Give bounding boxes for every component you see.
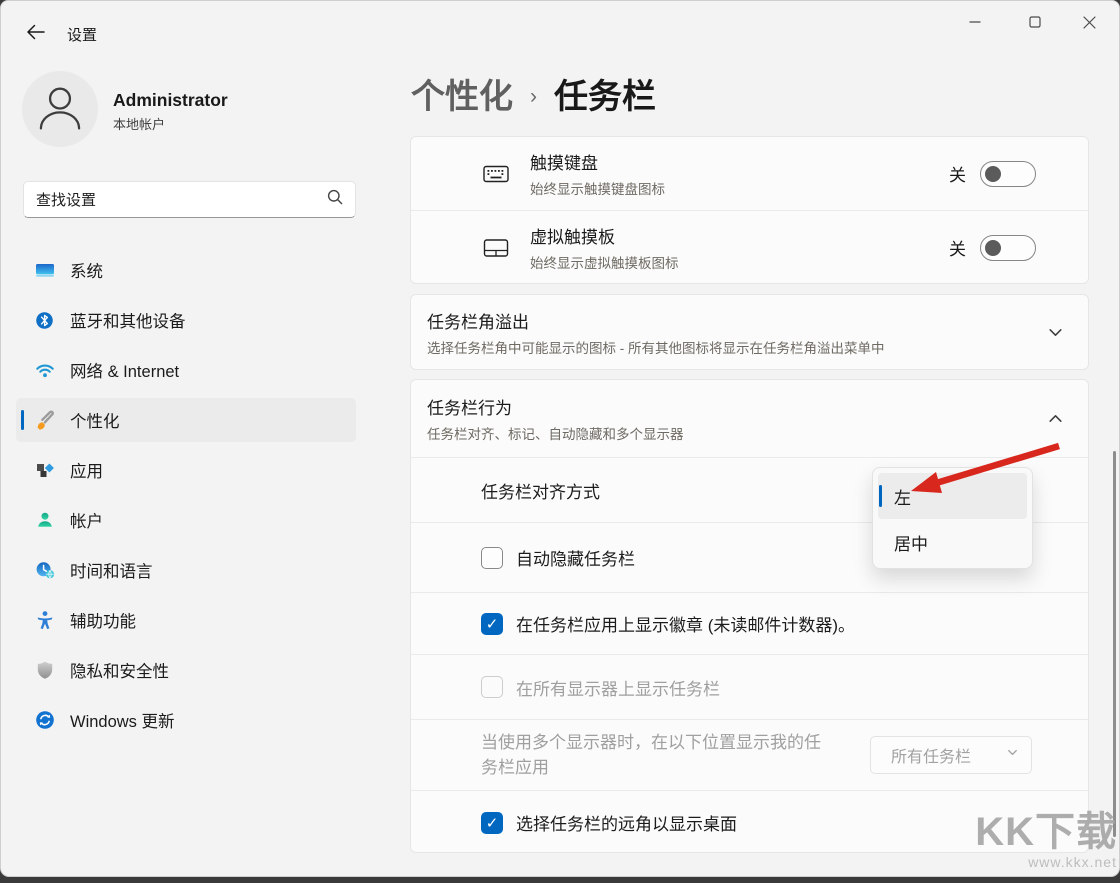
alignment-dropdown-flyout: 左 居中: [872, 467, 1033, 569]
breadcrumb-separator: ›: [530, 85, 537, 109]
virtual-touchpad-toggle-state: 关: [949, 235, 966, 260]
search-input[interactable]: 查找设置: [23, 181, 356, 218]
virtual-touchpad-row: 虚拟触摸板 始终显示虚拟触摸板图标 关: [411, 210, 1088, 284]
touch-keyboard-icon: [483, 164, 509, 184]
settings-window: 设置 Administrator 本地帐户 查找设置 系统 蓝牙和其他设备 网络…: [0, 0, 1120, 877]
multi-display-select-value: 所有任务栏: [891, 743, 1006, 767]
chevron-up-icon[interactable]: [1046, 410, 1064, 428]
time-language-icon: [34, 560, 55, 581]
apps-icon: [34, 460, 55, 481]
far-corner-checkbox[interactable]: [481, 812, 503, 834]
touch-keyboard-toggle-state: 关: [949, 161, 966, 186]
chevron-down-icon: [1006, 746, 1019, 764]
corner-overflow-title: 任务栏角溢出: [427, 308, 1046, 333]
virtual-touchpad-toggle[interactable]: [980, 235, 1036, 261]
maximize-button[interactable]: [1009, 4, 1061, 40]
all-displays-row: 在所有显示器上显示任务栏: [411, 654, 1088, 719]
corner-overflow-subtitle: 选择任务栏角中可能显示的图标 - 所有其他图标将显示在任务栏角溢出菜单中: [427, 337, 1046, 357]
sidebar-item-accessibility[interactable]: 辅助功能: [16, 598, 356, 642]
virtual-touchpad-subtitle: 始终显示虚拟触摸板图标: [530, 252, 679, 272]
taskbar-alignment-label: 任务栏对齐方式: [481, 478, 600, 503]
selected-option-indicator: [879, 485, 882, 507]
network-icon: [34, 360, 55, 381]
auto-hide-checkbox[interactable]: [481, 547, 503, 569]
virtual-touchpad-icon: [483, 238, 509, 258]
vertical-scrollbar[interactable]: [1113, 451, 1116, 837]
window-title: 设置: [67, 24, 97, 45]
bluetooth-icon: [34, 310, 55, 331]
system-icon: [34, 260, 55, 281]
virtual-touchpad-title: 虚拟触摸板: [530, 223, 679, 248]
sidebar-item-system[interactable]: 系统: [16, 248, 356, 292]
sidebar-item-time-language[interactable]: 时间和语言: [16, 548, 356, 592]
accounts-icon: [34, 510, 55, 531]
multi-display-row: 当使用多个显示器时，在以下位置显示我的任务栏应用 所有任务栏: [411, 719, 1088, 790]
sidebar-nav: 系统 蓝牙和其他设备 网络 & Internet 个性化 应用 帐户 时间和语言: [16, 248, 356, 748]
show-badges-checkbox[interactable]: [481, 613, 503, 635]
touch-keyboard-subtitle: 始终显示触摸键盘图标: [530, 178, 665, 198]
profile-name: Administrator: [113, 90, 228, 111]
watermark: KK下载 www.kkx.net: [975, 807, 1117, 870]
close-button[interactable]: [1063, 4, 1115, 40]
active-indicator: [21, 410, 24, 430]
show-badges-row: 在任务栏应用上显示徽章 (未读邮件计数器)。: [411, 592, 1088, 654]
taskbar-behavior-subtitle: 任务栏对齐、标记、自动隐藏和多个显示器: [427, 423, 1046, 443]
windows-update-icon: [34, 710, 55, 731]
privacy-shield-icon: [34, 660, 55, 681]
auto-hide-label: 自动隐藏任务栏: [516, 545, 635, 570]
minimize-button[interactable]: [949, 4, 1001, 40]
back-button[interactable]: [17, 19, 53, 47]
sidebar-item-privacy-security[interactable]: 隐私和安全性: [16, 648, 356, 692]
sidebar-item-personalization[interactable]: 个性化: [16, 398, 356, 442]
close-icon: [1083, 16, 1096, 29]
all-displays-checkbox[interactable]: [481, 676, 503, 698]
maximize-icon: [1029, 16, 1041, 28]
toggle-knob: [985, 166, 1001, 182]
profile-account-type: 本地帐户: [113, 114, 165, 133]
chevron-down-icon[interactable]: [1046, 323, 1064, 341]
breadcrumb: 个性化 › 任务栏: [411, 69, 656, 118]
sidebar-item-bluetooth-devices[interactable]: 蓝牙和其他设备: [16, 298, 356, 342]
taskbar-behavior-title: 任务栏行为: [427, 394, 1046, 419]
watermark-logo: KK下载: [975, 807, 1117, 857]
all-displays-label: 在所有显示器上显示任务栏: [516, 675, 720, 700]
touch-keyboard-toggle[interactable]: [980, 161, 1036, 187]
search-icon: [327, 189, 343, 210]
sidebar-item-windows-update[interactable]: Windows 更新: [16, 698, 356, 742]
taskbar-behavior-expander[interactable]: 任务栏行为 任务栏对齐、标记、自动隐藏和多个显示器: [411, 380, 1088, 457]
minimize-icon: [969, 16, 981, 28]
corner-overflow-expander[interactable]: 任务栏角溢出 选择任务栏角中可能显示的图标 - 所有其他图标将显示在任务栏角溢出…: [411, 295, 1088, 369]
touch-keyboard-title: 触摸键盘: [530, 149, 665, 174]
sidebar-item-accounts[interactable]: 帐户: [16, 498, 356, 542]
sidebar-item-network-internet[interactable]: 网络 & Internet: [16, 348, 356, 392]
accessibility-icon: [34, 610, 55, 631]
search-placeholder: 查找设置: [36, 189, 327, 210]
personalization-icon: [34, 410, 55, 431]
avatar[interactable]: [22, 71, 98, 147]
desktop-background: 设置 Administrator 本地帐户 查找设置 系统 蓝牙和其他设备 网络…: [0, 0, 1120, 883]
multi-display-select[interactable]: 所有任务栏: [870, 736, 1032, 774]
far-corner-label: 选择任务栏的远角以显示桌面: [516, 810, 737, 835]
back-arrow-icon: [26, 24, 45, 43]
page-title: 任务栏: [554, 69, 656, 118]
taskbar-behavior-card: 任务栏行为 任务栏对齐、标记、自动隐藏和多个显示器 任务栏对齐方式 自动隐藏任务…: [410, 379, 1089, 853]
taskbar-icons-card: 触摸键盘 始终显示触摸键盘图标 关 虚拟触摸板 始终显示虚拟触摸板图标 关: [410, 136, 1089, 284]
multi-display-label: 当使用多个显示器时，在以下位置显示我的任务栏应用: [481, 730, 829, 780]
sidebar-item-apps[interactable]: 应用: [16, 448, 356, 492]
show-badges-label: 在任务栏应用上显示徽章 (未读邮件计数器)。: [516, 611, 855, 636]
person-icon: [31, 78, 89, 141]
touch-keyboard-row: 触摸键盘 始终显示触摸键盘图标 关: [411, 137, 1088, 210]
breadcrumb-personalization[interactable]: 个性化: [411, 69, 513, 118]
toggle-knob: [985, 240, 1001, 256]
corner-overflow-card: 任务栏角溢出 选择任务栏角中可能显示的图标 - 所有其他图标将显示在任务栏角溢出…: [410, 294, 1089, 370]
alignment-option-left[interactable]: 左: [878, 473, 1027, 519]
alignment-option-center[interactable]: 居中: [878, 519, 1027, 565]
